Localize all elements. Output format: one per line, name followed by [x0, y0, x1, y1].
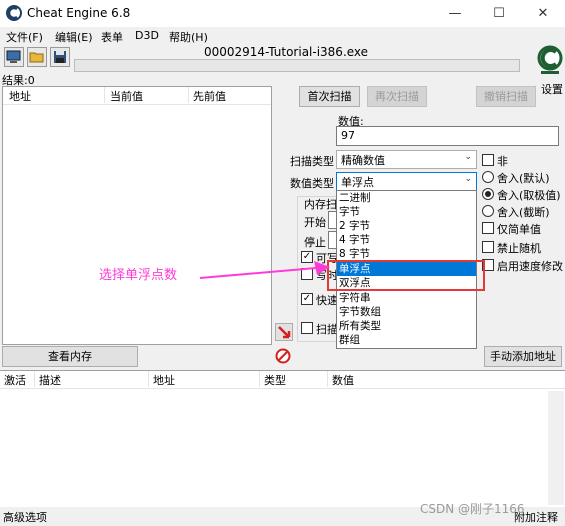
scan-type-label: 扫描类型: [290, 155, 334, 168]
annotation-arrow-icon: [199, 261, 330, 279]
scan-progress-bar: [74, 59, 520, 72]
cheat-table-header: 激活 描述 地址 类型 数值: [0, 371, 565, 389]
rounded-extreme-radio[interactable]: [482, 188, 494, 200]
pause-while-scanning-checkbox[interactable]: [301, 322, 313, 334]
cheat-engine-logo-icon: [6, 5, 22, 21]
dropdown-item-string[interactable]: 字符串: [337, 291, 476, 305]
column-type[interactable]: 类型: [264, 372, 286, 388]
column-current-value[interactable]: 当前值: [110, 88, 143, 104]
not-label: 非: [497, 155, 508, 168]
stop-label: 停止: [304, 236, 326, 249]
column-previous-value[interactable]: 先前值: [193, 88, 226, 104]
pause-while-scanning-label: 扫描: [316, 323, 338, 336]
fast-scan-checkbox[interactable]: ✓: [301, 293, 313, 305]
column-active[interactable]: 激活: [4, 372, 26, 388]
column-address[interactable]: 地址: [153, 372, 175, 388]
dropdown-item-all-types[interactable]: 所有类型: [337, 319, 476, 333]
not-checkbox[interactable]: [482, 154, 494, 166]
simple-values-checkbox[interactable]: [482, 222, 494, 234]
rounded-extreme-label: 舍入(取极值): [497, 189, 561, 202]
stop-sign-icon[interactable]: [275, 348, 291, 364]
column-address[interactable]: 地址: [9, 88, 31, 104]
computer-icon: [6, 50, 21, 63]
rounded-default-radio[interactable]: [482, 171, 494, 183]
cheat-engine-settings-icon[interactable]: [537, 45, 563, 79]
save-button[interactable]: [50, 47, 70, 67]
next-scan-button[interactable]: 再次扫描: [367, 86, 427, 107]
chevron-down-icon: ⌄: [464, 174, 472, 184]
dropdown-item-4-bytes[interactable]: 4 字节: [337, 233, 476, 247]
memory-scan-label: 内存扫: [304, 198, 337, 211]
cheat-table-list[interactable]: 激活 描述 地址 类型 数值: [0, 370, 565, 507]
advanced-options-button[interactable]: 高级选项: [3, 509, 47, 525]
scrollbar[interactable]: [548, 391, 564, 505]
menu-d3d[interactable]: D3D: [135, 29, 159, 42]
column-separator: [34, 371, 35, 387]
column-value[interactable]: 数值: [332, 372, 354, 388]
close-button[interactable]: ✕: [521, 0, 565, 27]
column-separator: [104, 87, 105, 103]
fast-scan-label: 快速: [316, 294, 338, 307]
value-type-value: 单浮点: [341, 176, 374, 189]
rounded-default-label: 舍入(默认): [497, 172, 550, 185]
annotation-text: 选择单浮点数: [99, 268, 178, 283]
undo-scan-button[interactable]: 撤销扫描: [476, 86, 536, 107]
column-separator: [188, 87, 189, 103]
value-type-label: 数值类型: [290, 177, 334, 190]
column-separator: [148, 371, 149, 387]
pointer-arrow-button[interactable]: [275, 323, 293, 341]
dropdown-item-2-bytes[interactable]: 2 字节: [337, 219, 476, 233]
menu-help[interactable]: 帮助(H): [169, 29, 208, 45]
dropdown-item-8-bytes[interactable]: 8 字节: [337, 247, 476, 261]
value-input[interactable]: 97: [336, 126, 559, 146]
scan-type-select[interactable]: 精确数值 ⌄: [336, 150, 477, 169]
value-type-select[interactable]: 单浮点 ⌄: [336, 172, 477, 191]
unrandomizer-label: 禁止随机: [497, 242, 541, 255]
dropdown-item-binary[interactable]: 二进制: [337, 191, 476, 205]
red-arrow-icon: [278, 326, 291, 339]
menu-table[interactable]: 表单: [101, 29, 123, 45]
watermark: CSDN @刚子1166: [420, 502, 525, 516]
settings-label[interactable]: 设置: [541, 81, 563, 97]
window-title: Cheat Engine 6.8: [27, 6, 131, 20]
menu-edit[interactable]: 编辑(E): [55, 29, 93, 45]
unrandomizer-checkbox[interactable]: [482, 241, 494, 253]
floppy-disk-icon: [54, 51, 66, 63]
column-description[interactable]: 描述: [39, 372, 61, 388]
found-address-list[interactable]: 地址 当前值 先前值: [2, 86, 272, 345]
open-file-button[interactable]: [27, 47, 47, 67]
dropdown-item-grouped[interactable]: 群组: [337, 333, 476, 347]
maximize-button[interactable]: ☐: [477, 0, 521, 27]
first-scan-button[interactable]: 首次扫描: [299, 86, 360, 107]
memory-view-button[interactable]: 查看内存: [2, 346, 138, 367]
minimize-button[interactable]: —: [433, 0, 477, 27]
process-name-label: 00002914-Tutorial-i386.exe: [203, 45, 369, 59]
speedhack-label: 启用速度修改: [497, 260, 563, 273]
folder-icon: [29, 52, 44, 63]
found-list-header: 地址 当前值 先前值: [3, 87, 271, 105]
simple-values-label: 仅简单值: [497, 223, 541, 236]
add-address-manually-button[interactable]: 手动添加地址: [484, 346, 562, 367]
start-label: 开始: [304, 216, 326, 229]
menu-file[interactable]: 文件(F): [6, 29, 43, 45]
truncated-label: 舍入(截断): [497, 206, 550, 219]
scan-type-value: 精确数值: [341, 154, 385, 167]
column-separator: [327, 371, 328, 387]
dropdown-item-array-of-bytes[interactable]: 字节数组: [337, 305, 476, 319]
chevron-down-icon: ⌄: [464, 152, 472, 162]
dropdown-item-byte[interactable]: 字节: [337, 205, 476, 219]
annotation-highlight-box: [327, 260, 485, 291]
truncated-radio[interactable]: [482, 205, 494, 217]
open-process-button[interactable]: [4, 47, 24, 67]
column-separator: [259, 371, 260, 387]
